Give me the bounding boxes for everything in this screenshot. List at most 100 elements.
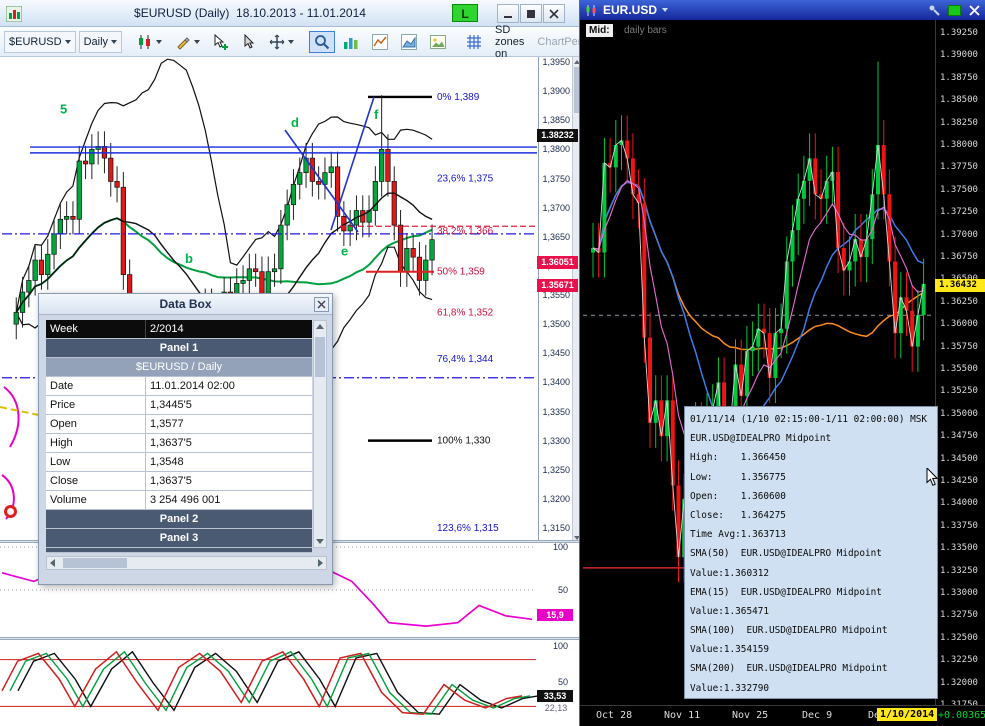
cursor-date-badge: 1/10/2014 (877, 708, 938, 721)
grid-icon (467, 34, 482, 49)
maximize-button[interactable] (520, 4, 542, 23)
scroll-up-icon[interactable] (316, 324, 324, 329)
chevron-down-icon (156, 39, 163, 44)
close-icon[interactable] (969, 4, 980, 16)
price-axis-label: 1.35000 (940, 408, 978, 419)
price-axis-label: 1,3250 (542, 464, 570, 475)
image-icon (430, 34, 447, 49)
move-crosshair-icon (269, 34, 285, 49)
series-label: $EURUSD / Daily (135, 361, 223, 373)
chart-style-button-1[interactable] (367, 31, 393, 53)
row-label: High (46, 434, 146, 452)
period-select[interactable]: Daily (78, 30, 123, 53)
titlebar[interactable]: EUR.USD (580, 0, 985, 20)
databox-vertical-scrollbar[interactable] (313, 320, 327, 548)
app-icon (6, 6, 22, 22)
wave-label: e (341, 243, 348, 258)
price-axis-label: 1.37000 (940, 229, 978, 240)
scroll-right-icon[interactable] (318, 559, 323, 567)
tooltip-line: SMA(200) EUR.USD@IDEALPRO Midpoint (690, 663, 888, 675)
candle-style-button[interactable] (132, 31, 167, 53)
close-icon (549, 8, 559, 19)
layout-button[interactable] (338, 31, 364, 53)
line-chart-icon (372, 33, 389, 50)
databox-titlebar[interactable]: Data Box (39, 294, 332, 315)
titlebar[interactable]: $EURUSD (Daily) 18.10.2013 - 11.01.2014 … (0, 0, 579, 27)
price-axis-label: 1,3950 (542, 57, 570, 67)
right-price-axis[interactable]: 1.39250 1.39000 1.38750 1.38500 1.38250 1.380… (935, 20, 985, 710)
chart-icon (586, 4, 596, 16)
snapshot-button[interactable] (425, 31, 451, 53)
scrollbar-thumb[interactable] (315, 337, 325, 377)
grid-button[interactable] (461, 31, 487, 53)
pin-icon[interactable] (928, 4, 940, 16)
symbol-select[interactable]: $EURUSD (4, 30, 76, 53)
panel-header-label: Panel 2 (159, 513, 199, 525)
minimize-button[interactable] (497, 4, 519, 23)
databox-window[interactable]: Data Box Week 2/2014 Panel 1 $EURUSD / Dail… (38, 293, 333, 585)
change-value: +0.00365 (938, 710, 985, 721)
row-label: Date (46, 377, 146, 395)
osc1-value-badge: 15,9 (537, 609, 573, 621)
row-value: 1,3548 (150, 456, 184, 468)
oscillator-panel-2[interactable] (0, 640, 538, 726)
scrollbar-thumb[interactable] (63, 558, 127, 568)
wave-label: f (374, 107, 379, 122)
tooltip-line: Low: 1.356775 (690, 471, 786, 483)
databox-horizontal-scrollbar[interactable] (46, 556, 327, 570)
pan-tool-button[interactable] (264, 31, 299, 53)
fib-label: 23,6% 1,375 (437, 174, 494, 185)
price-axis-label: 1.33750 (940, 520, 978, 531)
scroll-up-icon[interactable] (573, 60, 579, 64)
scrollbar-thumb[interactable] (574, 67, 579, 113)
price-axis-label: 1,3200 (542, 493, 570, 504)
price-axis-label: 1.34750 (940, 431, 978, 442)
chevron-down-icon (194, 39, 201, 44)
pointer-tool-button[interactable] (237, 31, 261, 53)
toolbar: $EURUSD Daily SD zones on ChartPer (0, 24, 579, 60)
wave-label: b (185, 251, 193, 266)
tws-chart-window: EUR.USD Mid: daily bars 1.39250 1.39000 1.… (580, 0, 985, 726)
price-axis-label: 1.33000 (940, 588, 978, 598)
price-axis-label: 1,3850 (542, 115, 570, 126)
price-axis-label: 1.33500 (940, 543, 978, 554)
draw-tool-button[interactable] (170, 31, 205, 53)
databox-close-button[interactable] (314, 297, 329, 312)
scroll-down-icon[interactable] (316, 539, 324, 544)
close-icon (317, 300, 326, 309)
databox-panel-header-partial (46, 548, 312, 553)
sd-zones-toggle[interactable]: SD zones on (490, 24, 529, 60)
price-axis-label: 1.39250 (940, 28, 978, 38)
link-status-icon[interactable] (948, 4, 961, 16)
chevron-down-icon (64, 39, 71, 44)
area-chart-icon (401, 33, 418, 50)
pointer-icon (244, 33, 255, 49)
window-title: $EURUSD (Daily) 18.10.2013 - 11.01.2014 (134, 6, 366, 20)
zoom-tool-button[interactable] (309, 30, 336, 53)
time-axis-label: Oct 28 (596, 710, 633, 721)
fib-label: 0% 1,389 (437, 92, 480, 103)
mouse-cursor (926, 468, 939, 486)
price-axis-label: 1.37500 (940, 184, 978, 195)
period-label: Daily (83, 35, 109, 48)
live-button[interactable]: L (452, 4, 478, 22)
price-axis-label: 1.37750 (940, 162, 978, 173)
tooltip-line: Value:1.360312 (690, 567, 770, 579)
databox-table: Week 2/2014 Panel 1 $EURUSD / Daily Date 11.0… (46, 320, 312, 553)
chart-period-button[interactable]: ChartPeriod (532, 31, 579, 53)
databox-data-row: Open 1,3577 (46, 415, 312, 434)
databox-week-value: 2/2014 (150, 323, 184, 335)
price-axis-label: 1.38000 (940, 140, 978, 150)
row-value: 1,3445'5 (150, 399, 192, 411)
price-axis-label: 1,3700 (542, 202, 570, 213)
add-cursor-button[interactable] (208, 31, 234, 53)
close-button[interactable] (543, 4, 565, 23)
chevron-down-icon (111, 39, 118, 44)
panels-icon (344, 37, 358, 49)
chart-style-button-2[interactable] (396, 31, 422, 53)
price-badge: 1.35671 (537, 278, 578, 292)
scroll-left-icon[interactable] (50, 559, 55, 567)
chart-marker-icon (4, 505, 17, 518)
osc2-value-secondary: 22,13 (544, 703, 568, 713)
time-axis[interactable]: Oct 28Nov 11Nov 25Dec 9Dec 23 1/10/2014 … (580, 705, 985, 726)
